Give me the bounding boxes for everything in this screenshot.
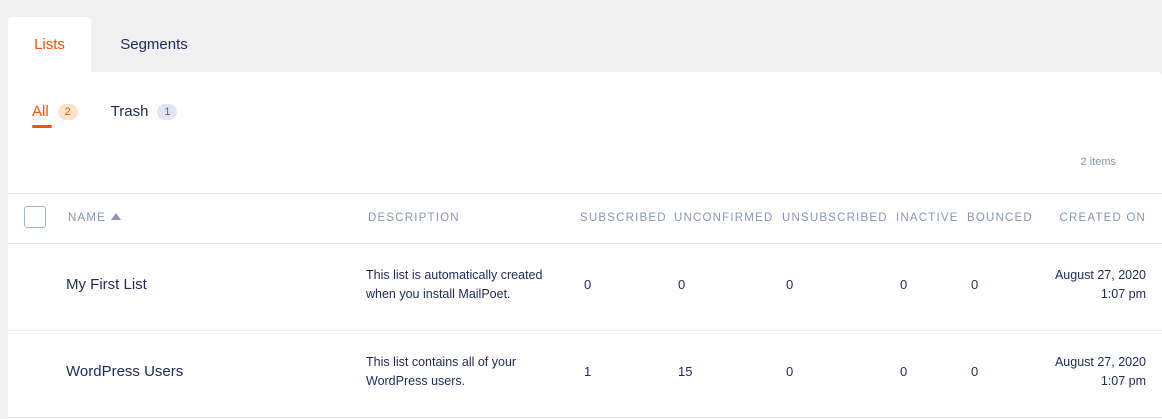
filter-all-count-badge: 2 bbox=[57, 103, 78, 120]
column-header-subscribed[interactable]: SUBSCRIBED bbox=[580, 211, 667, 225]
filter-trash[interactable]: Trash 1 bbox=[111, 103, 178, 120]
subscribed-count: 1 bbox=[584, 364, 592, 379]
select-all-checkbox[interactable] bbox=[24, 206, 46, 228]
column-header-name-label: NAME bbox=[68, 212, 107, 224]
unconfirmed-count: 15 bbox=[678, 364, 693, 379]
list-description: This list is automatically created when … bbox=[366, 266, 542, 304]
unsubscribed-count: 0 bbox=[786, 277, 794, 292]
lists-panel: All 2 Trash 1 2 items NAME DESCRIPTION S… bbox=[8, 72, 1162, 419]
created-date: August 27, 2020 bbox=[1054, 355, 1146, 369]
created-time: 1:07 pm bbox=[1100, 374, 1146, 388]
column-header-unsubscribed[interactable]: UNSUBSCRIBED bbox=[782, 211, 888, 225]
active-filter-underline bbox=[32, 125, 52, 128]
created-time: 1:07 pm bbox=[1100, 287, 1146, 301]
list-name-link[interactable]: My First List bbox=[66, 276, 147, 293]
top-tabs: Lists Segments bbox=[8, 17, 217, 72]
list-description: This list contains all of your WordPress… bbox=[366, 353, 516, 391]
column-header-created-on[interactable]: CREATED ON bbox=[1059, 211, 1146, 225]
description-line: This list is automatically created bbox=[366, 268, 543, 282]
tab-lists[interactable]: Lists bbox=[8, 17, 91, 72]
table-row: WordPress Users This list contains all o… bbox=[8, 331, 1162, 418]
filter-all[interactable]: All 2 bbox=[32, 103, 78, 128]
column-header-description: DESCRIPTION bbox=[368, 212, 460, 224]
inactive-count: 0 bbox=[900, 277, 908, 292]
table-row: My First List This list is automatically… bbox=[8, 244, 1162, 331]
created-on: August 27, 2020 1:07 pm bbox=[1055, 266, 1146, 304]
subscribed-count: 0 bbox=[584, 277, 592, 292]
items-count: 2 items bbox=[1080, 156, 1116, 168]
table-header: NAME DESCRIPTION SUBSCRIBED UNCONFIRMED … bbox=[8, 194, 1162, 244]
description-line: WordPress users. bbox=[366, 374, 466, 388]
list-name-link[interactable]: WordPress Users bbox=[66, 363, 183, 380]
sort-asc-icon bbox=[111, 213, 122, 220]
column-header-bounced[interactable]: BOUNCED bbox=[967, 211, 1033, 225]
created-date: August 27, 2020 bbox=[1054, 268, 1146, 282]
created-on: August 27, 2020 1:07 pm bbox=[1055, 353, 1146, 391]
inactive-count: 0 bbox=[900, 364, 908, 379]
filter-trash-label: Trash bbox=[110, 103, 149, 120]
filter-all-label: All bbox=[32, 103, 49, 120]
column-header-inactive[interactable]: INACTIVE bbox=[896, 211, 959, 225]
description-line: when you install MailPoet. bbox=[366, 287, 511, 301]
bounced-count: 0 bbox=[971, 364, 979, 379]
bounced-count: 0 bbox=[971, 277, 979, 292]
description-line: This list contains all of your bbox=[366, 355, 517, 369]
unsubscribed-count: 0 bbox=[786, 364, 794, 379]
column-header-name[interactable]: NAME bbox=[68, 211, 122, 225]
column-header-unconfirmed[interactable]: UNCONFIRMED bbox=[674, 211, 773, 225]
filter-tabs: All 2 Trash 1 bbox=[32, 103, 178, 128]
filter-trash-count-badge: 1 bbox=[157, 103, 178, 120]
tab-segments[interactable]: Segments bbox=[91, 17, 217, 72]
unconfirmed-count: 0 bbox=[678, 277, 686, 292]
